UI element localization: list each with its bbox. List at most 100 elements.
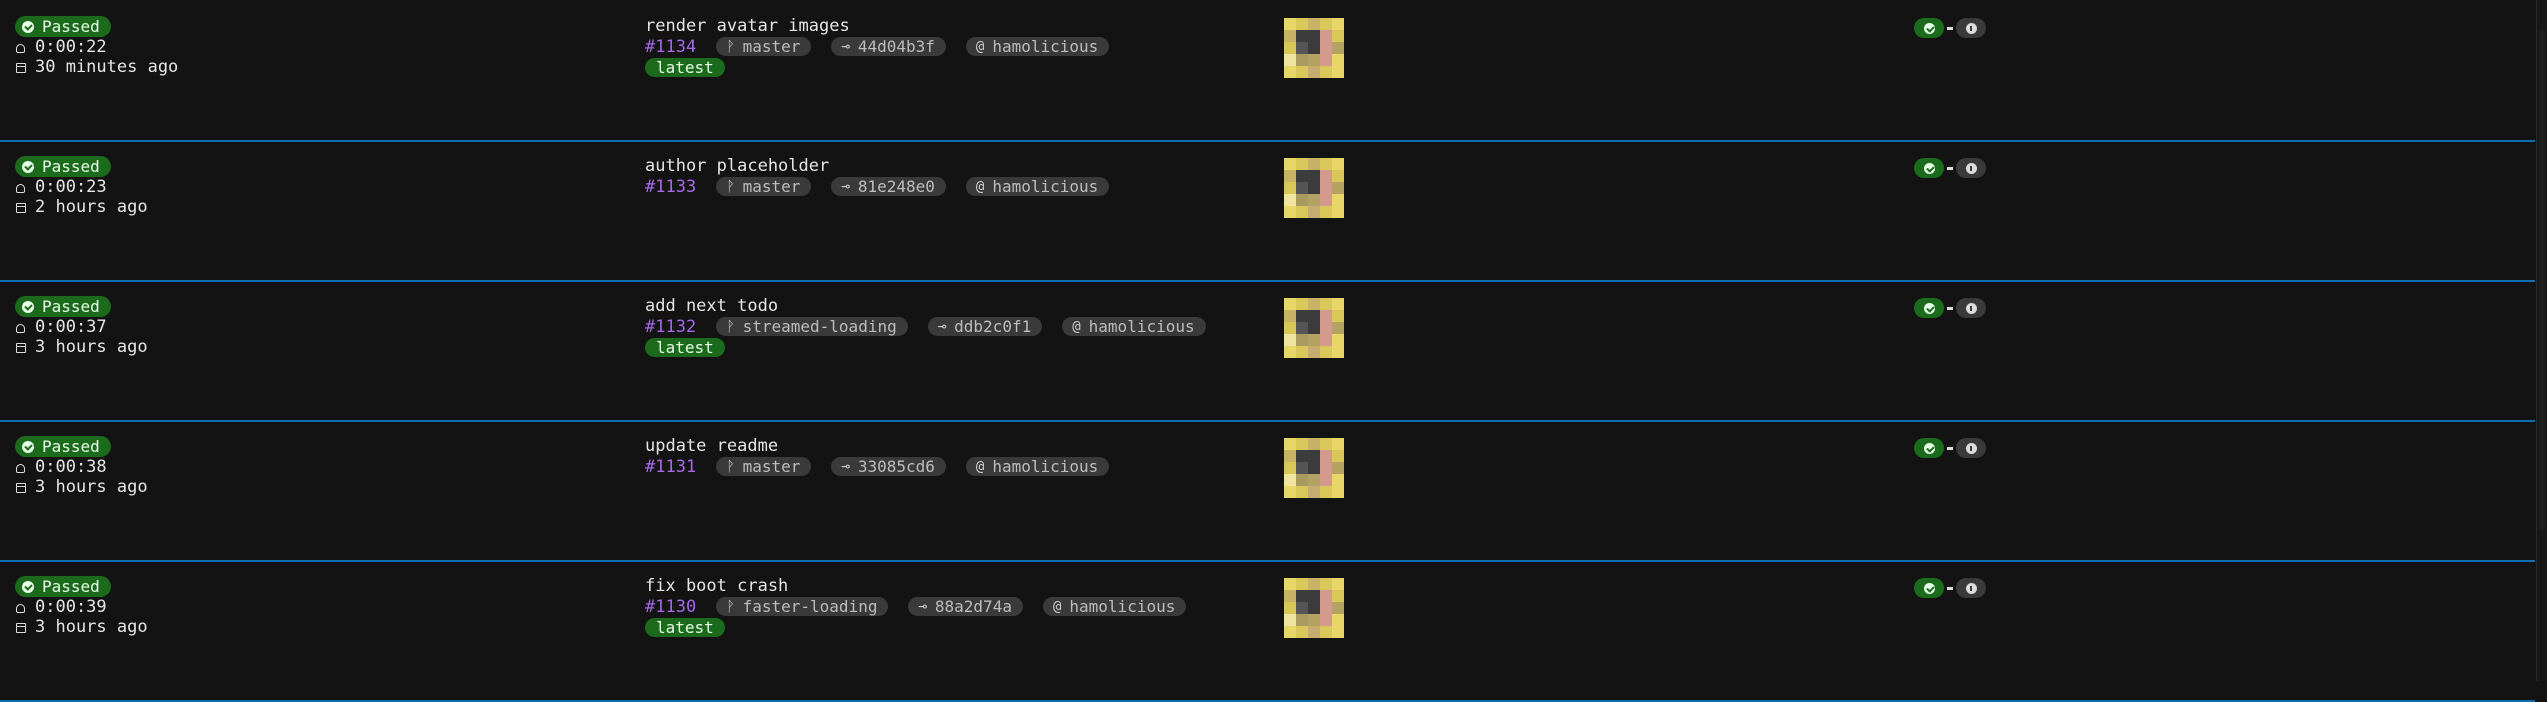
status-label: Passed bbox=[42, 157, 100, 176]
branch-pill[interactable]: ᚹ faster-loading bbox=[716, 597, 889, 616]
commit-message[interactable]: update readme bbox=[645, 436, 1109, 456]
avatar-pixel bbox=[1332, 206, 1344, 218]
avatar-pixel bbox=[1320, 170, 1332, 182]
commit-icon: ⊸ bbox=[841, 38, 850, 55]
build-row[interactable]: Passed 0:00:38 3 hours ago update readme… bbox=[0, 420, 2535, 562]
status-check-button[interactable] bbox=[1914, 578, 1944, 598]
info-icon bbox=[1965, 582, 1977, 594]
status-check-button[interactable] bbox=[1914, 298, 1944, 318]
commit-icon: ⊸ bbox=[841, 178, 850, 195]
status-label: Passed bbox=[42, 297, 100, 316]
avatar-pixel bbox=[1308, 578, 1320, 590]
status-badge[interactable]: Passed bbox=[15, 296, 111, 317]
status-badge[interactable]: Passed bbox=[15, 156, 111, 177]
commit-icon: ⊸ bbox=[918, 598, 927, 615]
status-badge[interactable]: Passed bbox=[15, 16, 111, 37]
status-check-button[interactable] bbox=[1914, 158, 1944, 178]
status-check-button[interactable] bbox=[1914, 438, 1944, 458]
time-line: 2 hours ago bbox=[15, 197, 148, 217]
avatar-pixel bbox=[1320, 310, 1332, 322]
avatar-pixel bbox=[1284, 474, 1296, 486]
commit-message[interactable]: author placeholder bbox=[645, 156, 1109, 176]
branch-pill[interactable]: ᚹ streamed-loading bbox=[716, 317, 908, 336]
build-number[interactable]: #1133 bbox=[645, 177, 696, 197]
commit-message[interactable]: add next todo bbox=[645, 296, 1206, 316]
check-circle-icon bbox=[1923, 22, 1935, 34]
scrollbar-thumb[interactable] bbox=[2539, 30, 2545, 530]
avatar-pixel bbox=[1332, 590, 1344, 602]
commit-hash: 88a2d74a bbox=[934, 597, 1012, 616]
branch-icon: ᚹ bbox=[726, 598, 735, 615]
branch-pill[interactable]: ᚹ master bbox=[716, 177, 812, 196]
author-name: hamolicious bbox=[1088, 317, 1195, 336]
avatar-pixel bbox=[1332, 462, 1344, 474]
info-button[interactable] bbox=[1956, 298, 1986, 318]
avatar-pixel bbox=[1296, 298, 1308, 310]
commit-pill[interactable]: ⊸ 88a2d74a bbox=[908, 597, 1023, 616]
avatar-pixel bbox=[1308, 322, 1320, 334]
info-button[interactable] bbox=[1956, 18, 1986, 38]
avatar-pixel bbox=[1332, 310, 1344, 322]
avatar-pixel bbox=[1284, 626, 1296, 638]
avatar-pixel bbox=[1320, 18, 1332, 30]
time-ago: 2 hours ago bbox=[35, 197, 148, 217]
time-line: 3 hours ago bbox=[15, 617, 148, 637]
commit-pill[interactable]: ⊸ 81e248e0 bbox=[831, 177, 946, 196]
status-label: Passed bbox=[42, 577, 100, 596]
duration: 0:00:38 bbox=[35, 457, 107, 477]
author-pill[interactable]: @ hamolicious bbox=[965, 37, 1110, 56]
build-status-block: Passed 0:00:23 2 hours ago bbox=[15, 156, 148, 217]
author-pill[interactable]: @ hamolicious bbox=[965, 177, 1110, 196]
build-number[interactable]: #1131 bbox=[645, 457, 696, 477]
info-button[interactable] bbox=[1956, 158, 1986, 178]
author-pill[interactable]: @ hamolicious bbox=[1062, 317, 1206, 336]
avatar-pixel bbox=[1320, 626, 1332, 638]
build-number[interactable]: #1130 bbox=[645, 597, 696, 617]
check-circle-icon bbox=[22, 580, 34, 593]
avatar-pixel bbox=[1284, 54, 1296, 66]
avatar-pixel bbox=[1284, 42, 1296, 54]
calendar-icon bbox=[15, 202, 26, 213]
separator-dash bbox=[1947, 166, 1953, 170]
branch-pill[interactable]: ᚹ master bbox=[716, 457, 812, 476]
author-pill[interactable]: @ hamolicious bbox=[965, 457, 1110, 476]
branch-pill[interactable]: ᚹ master bbox=[716, 37, 812, 56]
avatar-pixel bbox=[1320, 474, 1332, 486]
avatar-pixel bbox=[1308, 462, 1320, 474]
info-button[interactable] bbox=[1956, 578, 1986, 598]
check-circle-icon bbox=[1923, 162, 1935, 174]
commit-message[interactable]: fix boot crash bbox=[645, 576, 1186, 596]
build-row[interactable]: Passed 0:00:22 30 minutes ago render ava… bbox=[0, 0, 2535, 142]
duration-line: 0:00:37 bbox=[15, 317, 148, 337]
avatar-pixel bbox=[1296, 322, 1308, 334]
build-actions bbox=[1914, 438, 1986, 458]
build-row[interactable]: Passed 0:00:23 2 hours ago author placeh… bbox=[0, 140, 2535, 282]
avatar-pixel bbox=[1332, 54, 1344, 66]
author-pill[interactable]: @ hamolicious bbox=[1042, 597, 1187, 616]
avatar-pixel bbox=[1296, 346, 1308, 358]
avatar-pixel bbox=[1296, 42, 1308, 54]
commit-pill[interactable]: ⊸ ddb2c0f1 bbox=[927, 317, 1043, 336]
commit-message[interactable]: render avatar images bbox=[645, 16, 1109, 36]
commit-pill[interactable]: ⊸ 44d04b3f bbox=[831, 37, 946, 56]
avatar-pixel bbox=[1332, 66, 1344, 78]
scrollbar[interactable] bbox=[2536, 0, 2547, 681]
time-line: 3 hours ago bbox=[15, 337, 148, 357]
avatar-pixel bbox=[1296, 438, 1308, 450]
build-number[interactable]: #1132 bbox=[645, 317, 696, 337]
avatar-pixel bbox=[1320, 346, 1332, 358]
avatar-pixel bbox=[1332, 182, 1344, 194]
info-button[interactable] bbox=[1956, 438, 1986, 458]
time-line: 30 minutes ago bbox=[15, 57, 178, 77]
status-check-button[interactable] bbox=[1914, 18, 1944, 38]
build-row[interactable]: Passed 0:00:37 3 hours ago add next todo… bbox=[0, 280, 2535, 422]
avatar-pixel bbox=[1308, 614, 1320, 626]
avatar-pixel bbox=[1320, 322, 1332, 334]
build-number[interactable]: #1134 bbox=[645, 37, 696, 57]
status-badge[interactable]: Passed bbox=[15, 436, 111, 457]
avatar-pixel bbox=[1296, 194, 1308, 206]
status-badge[interactable]: Passed bbox=[15, 576, 111, 597]
timer-icon bbox=[15, 322, 26, 333]
commit-hash: ddb2c0f1 bbox=[954, 317, 1032, 336]
commit-pill[interactable]: ⊸ 33085cd6 bbox=[831, 457, 946, 476]
